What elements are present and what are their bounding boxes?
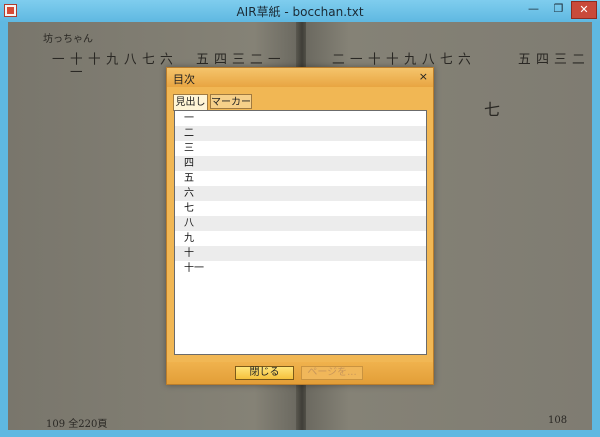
minimize-button[interactable]: —: [521, 1, 546, 19]
dialog-button-bar: 閉じる ページを...: [167, 362, 433, 384]
app-window: AIR草紙 - bocchan.txt — ❐ ✕ 坊っちゃん 一 二 三 四 …: [0, 0, 600, 437]
text-column: 一: [50, 52, 64, 65]
toc-dialog: 目次 × 見出し マーカー 一 二 三 四 五 六 七 八 九 十 十一 閉じる…: [166, 67, 434, 385]
text-column: 八: [122, 52, 136, 65]
list-item[interactable]: 四: [175, 156, 426, 171]
dialog-close-icon[interactable]: ×: [419, 69, 428, 85]
tab-headings[interactable]: 見出し: [173, 94, 208, 111]
title-bar[interactable]: AIR草紙 - bocchan.txt — ❐ ✕: [0, 0, 600, 22]
tab-markers[interactable]: マーカー: [210, 94, 252, 109]
chapter-heading: 七: [484, 100, 501, 119]
close-button[interactable]: 閉じる: [235, 366, 294, 380]
list-item[interactable]: 五: [175, 171, 426, 186]
page-number-left: 109 全220頁: [46, 419, 108, 430]
close-window-button[interactable]: ✕: [571, 1, 597, 19]
text-column: 三: [552, 52, 566, 65]
list-item[interactable]: 二: [175, 126, 426, 141]
text-column: 九: [104, 52, 118, 65]
running-header: 坊っちゃん: [43, 34, 93, 45]
page-number-right: 108: [548, 415, 568, 426]
list-item[interactable]: 七: [175, 201, 426, 216]
list-item[interactable]: 十一: [175, 261, 426, 276]
goto-page-button: ページを...: [301, 366, 363, 380]
text-column: 五: [516, 52, 530, 65]
text-column: 七: [438, 52, 452, 65]
dialog-title-bar[interactable]: 目次 ×: [167, 68, 433, 87]
text-column: 四: [534, 52, 548, 65]
list-item[interactable]: 三: [175, 141, 426, 156]
list-item[interactable]: 八: [175, 216, 426, 231]
dialog-title: 目次: [173, 73, 195, 86]
text-column: 七: [140, 52, 154, 65]
window-title: AIR草紙 - bocchan.txt: [236, 5, 364, 19]
text-column: 二: [570, 52, 584, 65]
toc-list[interactable]: 一 二 三 四 五 六 七 八 九 十 十一: [174, 110, 427, 355]
list-item[interactable]: 六: [175, 186, 426, 201]
text-column: 十: [86, 52, 100, 65]
list-item[interactable]: 一: [175, 111, 426, 126]
list-item[interactable]: 九: [175, 231, 426, 246]
text-column: 十一: [68, 52, 82, 78]
maximize-button[interactable]: ❐: [546, 1, 571, 19]
list-item[interactable]: 十: [175, 246, 426, 261]
text-column: 六: [456, 52, 470, 65]
